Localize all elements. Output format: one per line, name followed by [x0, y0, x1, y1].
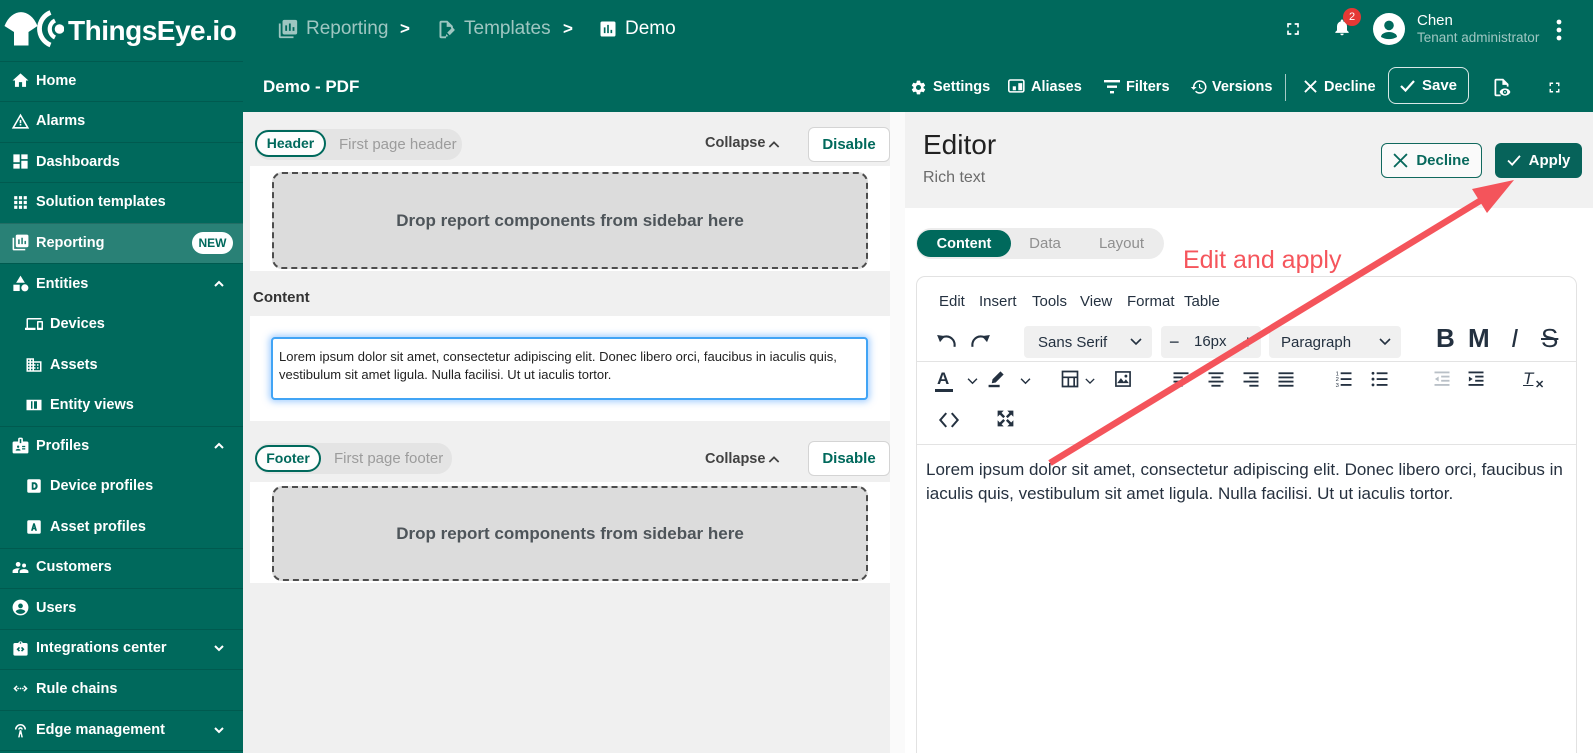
svg-text:3: 3 [1336, 383, 1339, 389]
